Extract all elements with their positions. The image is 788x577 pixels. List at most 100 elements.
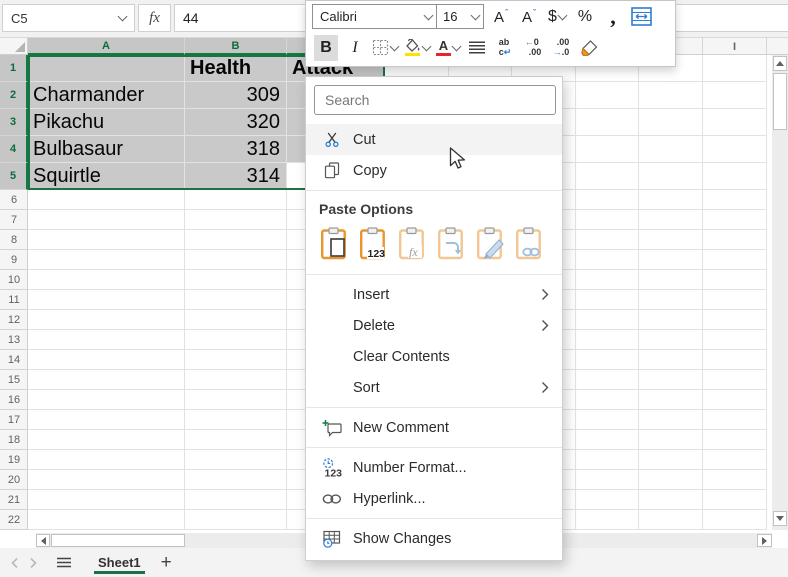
menu-item-label: Clear Contents xyxy=(353,349,549,365)
scroll-down-button[interactable] xyxy=(773,511,787,526)
paste-icon[interactable] xyxy=(320,227,350,261)
name-box[interactable]: C5 xyxy=(2,4,135,32)
row-header-14[interactable]: 14 xyxy=(0,350,28,370)
cell-A3[interactable]: Pikachu xyxy=(28,109,185,136)
bold-button[interactable]: B xyxy=(314,35,338,61)
cell-B4[interactable]: 318 xyxy=(185,136,287,163)
increase-font-size-button[interactable]: Aˆ xyxy=(490,4,512,30)
decrease-font-size-button[interactable]: Aˇ xyxy=(518,4,540,30)
row-header-21[interactable]: 21 xyxy=(0,490,28,510)
paste-link-icon xyxy=(515,227,545,261)
align-button[interactable] xyxy=(466,35,488,61)
increase-decimal-button[interactable]: .00 →.0 xyxy=(550,35,572,61)
vertical-scrollbar[interactable] xyxy=(772,55,788,530)
comma-style-button[interactable]: , xyxy=(602,4,624,30)
row-header-9[interactable]: 9 xyxy=(0,250,28,270)
menu-item-label: Show Changes xyxy=(353,531,549,547)
row-header-10[interactable]: 10 xyxy=(0,270,28,290)
row-header-5[interactable]: 5 xyxy=(0,163,28,190)
arrow-right-icon xyxy=(762,537,767,545)
search-input[interactable] xyxy=(314,85,556,115)
format-painter-icon xyxy=(580,39,599,56)
row-header-20[interactable]: 20 xyxy=(0,470,28,490)
cell-B2[interactable]: 309 xyxy=(185,82,287,109)
menu-item-show-changes[interactable]: Show Changes xyxy=(306,523,562,554)
copy-icon xyxy=(319,162,344,179)
scroll-left-button[interactable] xyxy=(36,534,50,547)
cell-B3[interactable]: 320 xyxy=(185,109,287,136)
svg-text:fx: fx xyxy=(409,245,418,259)
menu-item-sort[interactable]: Sort xyxy=(306,372,562,403)
row-header-4[interactable]: 4 xyxy=(0,136,28,163)
next-sheet-button[interactable] xyxy=(29,557,38,569)
arrow-down-icon xyxy=(776,516,784,521)
add-sheet-button[interactable]: + xyxy=(161,553,172,572)
vertical-scroll-thumb[interactable] xyxy=(773,73,787,130)
menu-item-cut[interactable]: Cut xyxy=(306,124,562,155)
cell-B5[interactable]: 314 xyxy=(185,163,287,190)
menu-item-clear-contents[interactable]: Clear Contents xyxy=(306,341,562,372)
chevron-right-icon xyxy=(541,288,549,301)
wrap-text-button[interactable]: ab c↵ xyxy=(494,35,516,61)
row-header-6[interactable]: 6 xyxy=(0,190,28,210)
select-all-corner[interactable] xyxy=(0,38,28,55)
menu-item-label: Delete xyxy=(353,318,541,334)
tab-sheet1[interactable]: Sheet1 xyxy=(94,548,145,577)
row-header-17[interactable]: 17 xyxy=(0,410,28,430)
row-header-3[interactable]: 3 xyxy=(0,109,28,136)
prev-sheet-button[interactable] xyxy=(10,557,19,569)
row-header-13[interactable]: 13 xyxy=(0,330,28,350)
menu-item-label: Sort xyxy=(353,380,541,396)
menu-item-new-comment[interactable]: New Comment xyxy=(306,412,562,443)
menu-item-label: Insert xyxy=(353,287,541,303)
column-header-B[interactable]: B xyxy=(185,38,287,55)
decrease-decimal-button[interactable]: ←0 .00 xyxy=(522,35,544,61)
row-header-12[interactable]: 12 xyxy=(0,310,28,330)
arrow-up-icon xyxy=(776,61,784,66)
row-header-1[interactable]: 1 xyxy=(0,55,28,82)
cell-A2[interactable]: Charmander xyxy=(28,82,185,109)
italic-button[interactable]: I xyxy=(344,35,366,61)
fx-icon[interactable]: fx xyxy=(138,4,171,32)
cell-A5[interactable]: Squirtle xyxy=(28,163,185,190)
paste-values-icon[interactable]: 123 xyxy=(359,227,389,261)
gridline xyxy=(638,55,639,530)
percent-style-button[interactable]: % xyxy=(574,4,596,30)
menu-separator xyxy=(306,518,562,519)
scroll-right-button[interactable] xyxy=(757,534,772,547)
chevron-down-icon[interactable] xyxy=(118,12,128,22)
row-header-7[interactable]: 7 xyxy=(0,210,28,230)
row-header-8[interactable]: 8 xyxy=(0,230,28,250)
menu-item-hyperlink[interactable]: Hyperlink... xyxy=(306,483,562,514)
row-header-19[interactable]: 19 xyxy=(0,450,28,470)
row-header-22[interactable]: 22 xyxy=(0,510,28,530)
cell-A4[interactable]: Bulbasaur xyxy=(28,136,185,163)
scroll-up-button[interactable] xyxy=(773,56,787,71)
horizontal-scroll-thumb[interactable] xyxy=(51,534,185,547)
fill-color-button[interactable] xyxy=(404,35,430,61)
row-header-18[interactable]: 18 xyxy=(0,430,28,450)
row-header-2[interactable]: 2 xyxy=(0,82,28,109)
mouse-cursor xyxy=(449,147,468,169)
row-header-11[interactable]: 11 xyxy=(0,290,28,310)
column-header-A[interactable]: A xyxy=(28,38,185,55)
format-painter-button[interactable] xyxy=(578,35,600,61)
column-header-I[interactable]: I xyxy=(703,38,767,55)
merge-center-button[interactable] xyxy=(630,4,652,30)
cell-B1[interactable]: Health xyxy=(185,55,287,82)
font-name-select[interactable]: Calibri 16 xyxy=(312,4,484,29)
sheet-list-menu-icon[interactable] xyxy=(56,557,72,568)
row-header-16[interactable]: 16 xyxy=(0,390,28,410)
row-header-15[interactable]: 15 xyxy=(0,370,28,390)
menu-item-label: Hyperlink... xyxy=(353,491,549,507)
accounting-format-button[interactable]: $ xyxy=(546,4,568,30)
font-color-button[interactable]: A xyxy=(436,35,460,61)
formula-value: 44 xyxy=(183,10,199,26)
svg-text:123: 123 xyxy=(324,467,342,478)
active-tab-underline xyxy=(94,571,145,574)
borders-button[interactable] xyxy=(372,35,398,61)
menu-item-insert[interactable]: Insert xyxy=(306,279,562,310)
menu-item-delete[interactable]: Delete xyxy=(306,310,562,341)
menu-item-copy[interactable]: Copy xyxy=(306,155,562,186)
menu-item-number-format[interactable]: 123Number Format... xyxy=(306,452,562,483)
